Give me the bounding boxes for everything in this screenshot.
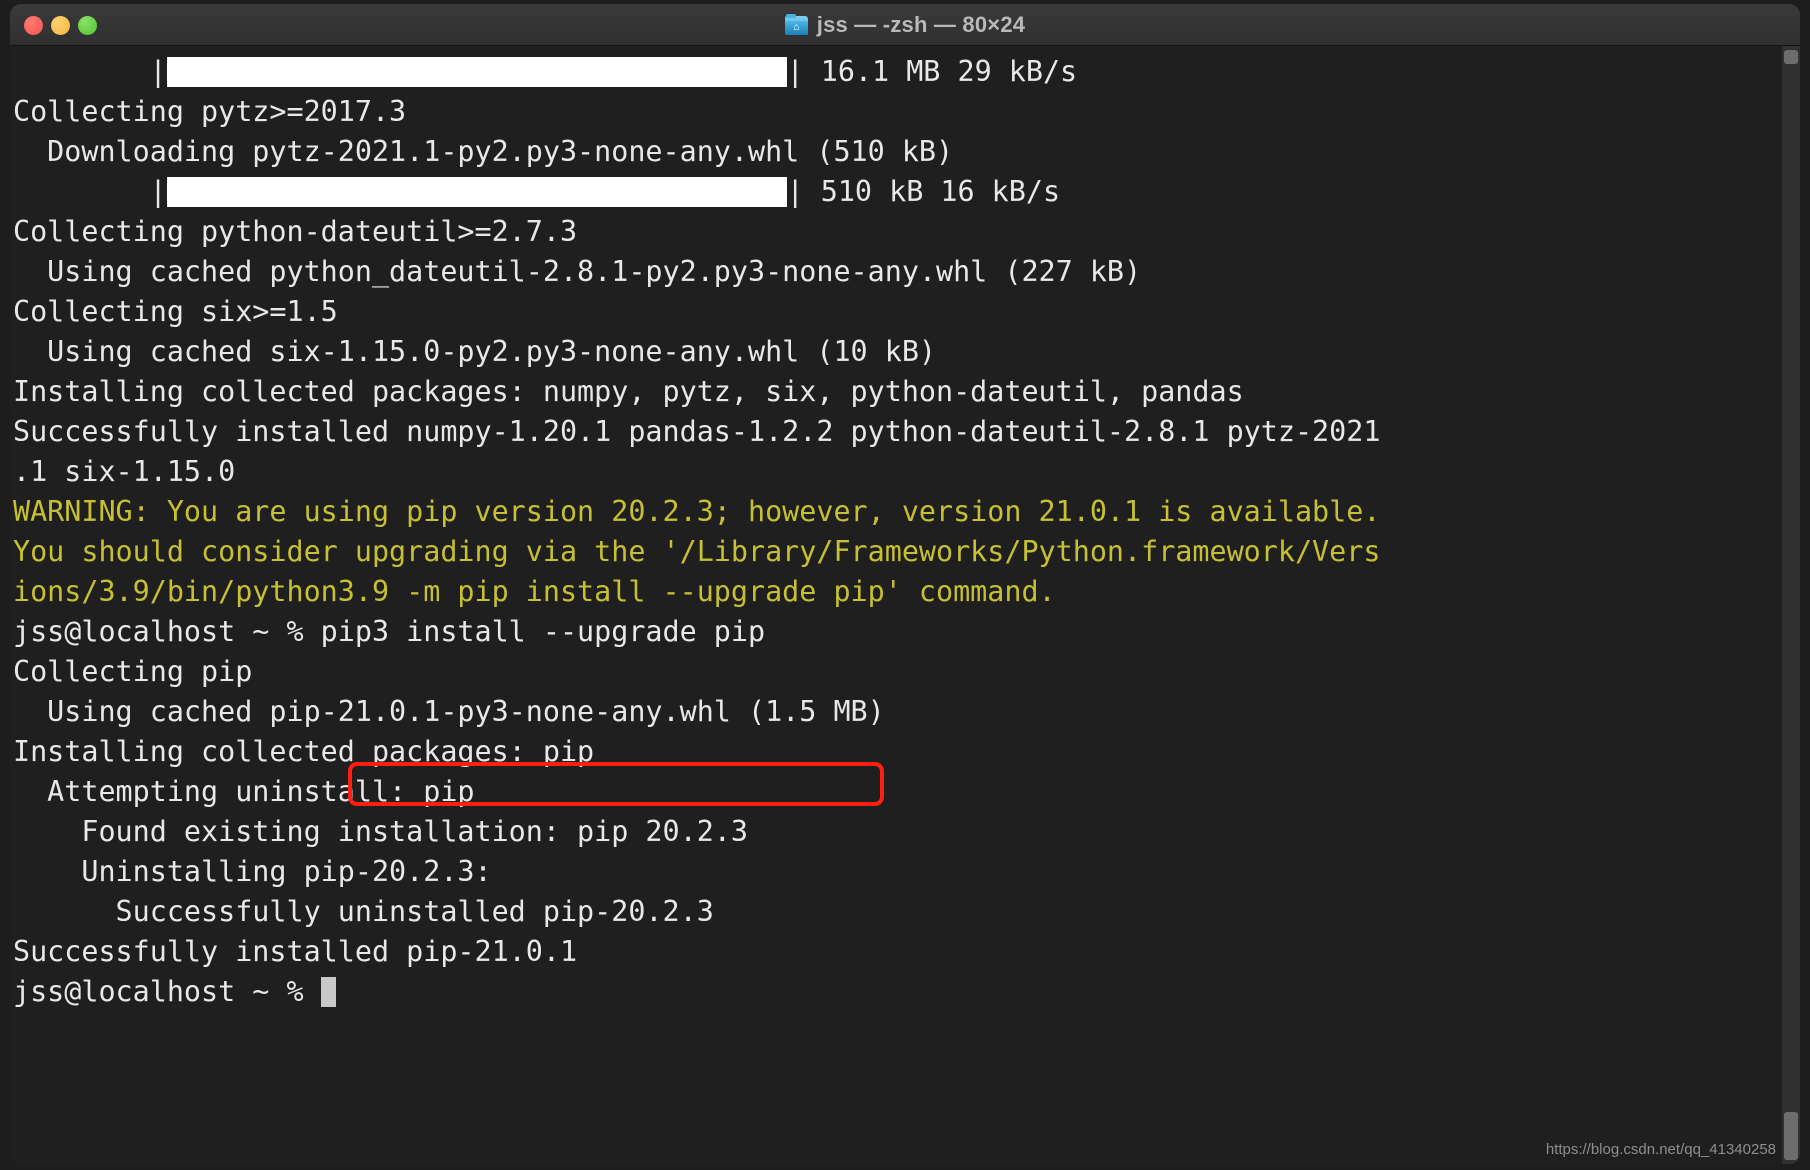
terminal-output-line: Successfully installed numpy-1.20.1 pand… — [13, 415, 1381, 448]
terminal-output-line: .1 six-1.15.0 — [13, 455, 236, 488]
terminal-warning-line: You should consider upgrading via the '/… — [13, 535, 1381, 568]
download-progress-line: | | 510 kB 16 kB/s — [13, 172, 1782, 212]
terminal-output-line: Installing collected packages: numpy, py… — [13, 375, 1244, 408]
progress-bar-left-bracket: | — [149, 55, 167, 88]
terminal-output-line: Installing collected packages: pip — [13, 735, 595, 768]
terminal-warning-line: WARNING: You are using pip version 20.2.… — [13, 495, 1381, 528]
progress-bar-fill — [166, 177, 787, 207]
terminal-output-area[interactable]: | | 16.1 MB 29 kB/s Collecting pytz>=2017.… — [10, 46, 1800, 1164]
scrollbar-thumb-top[interactable] — [1784, 50, 1798, 64]
terminal-output-line: Uninstalling pip-20.2.3: — [13, 855, 492, 888]
progress-indent — [13, 52, 149, 92]
watermark-text: https://blog.csdn.net/qq_41340258 — [1545, 1141, 1776, 1158]
download-progress-line: | | 16.1 MB 29 kB/s — [13, 52, 1782, 92]
terminal-lines: | | 16.1 MB 29 kB/s Collecting pytz>=2017.… — [10, 52, 1782, 1012]
text-cursor — [320, 976, 336, 1007]
terminal-output-line: Using cached python_dateutil-2.8.1-py2.p… — [13, 255, 1142, 288]
folder-home-icon: ⌂ — [784, 13, 808, 35]
terminal-window: ⌂ jss — -zsh — 80×24 | | 16.1 MB 29 kB/s C… — [0, 0, 1810, 1170]
progress-bar-right-bracket: | — [786, 55, 804, 88]
terminal-warning-line: ions/3.9/bin/python3.9 -m pip install --… — [13, 575, 1056, 608]
progress-bar-left-bracket: | — [149, 175, 167, 208]
progress-stat-text: 510 kB 16 kB/s — [803, 175, 1061, 208]
terminal-output-line: Collecting pytz>=2017.3 — [13, 95, 407, 128]
terminal-output-line: Collecting pip — [13, 655, 253, 688]
terminal-output-line: Attempting uninstall: pip — [13, 775, 475, 808]
terminal-prompt-line[interactable]: jss@localhost ~ % — [13, 972, 1782, 1012]
progress-bar-right-bracket: | — [786, 175, 804, 208]
terminal-output-line: Successfully uninstalled pip-20.2.3 — [13, 895, 714, 928]
window-title-group: ⌂ jss — -zsh — 80×24 — [10, 4, 1800, 46]
terminal-output-line: Using cached six-1.15.0-py2.py3-none-any… — [13, 335, 937, 368]
scrollbar-thumb[interactable] — [1784, 1112, 1798, 1160]
progress-stat-text: 16.1 MB 29 kB/s — [803, 55, 1078, 88]
terminal-output-line: Using cached pip-21.0.1-py3-none-any.whl… — [13, 695, 885, 728]
terminal-output-line: Collecting python-dateutil>=2.7.3 — [13, 215, 578, 248]
terminal-output-line: Found existing installation: pip 20.2.3 — [13, 815, 748, 848]
progress-bar-fill — [166, 57, 787, 87]
vertical-scrollbar[interactable] — [1782, 46, 1800, 1164]
progress-indent — [13, 172, 149, 212]
terminal-output-line: Successfully installed pip-21.0.1 — [13, 935, 578, 968]
window-title: jss — -zsh — 80×24 — [816, 12, 1026, 37]
terminal-output-line: Downloading pytz-2021.1-py2.py3-none-any… — [13, 135, 954, 168]
terminal-output-line: Collecting six>=1.5 — [13, 295, 338, 328]
terminal-output-line: jss@localhost ~ % pip3 install --upgrade… — [13, 615, 766, 648]
window-titlebar[interactable]: ⌂ jss — -zsh — 80×24 — [10, 4, 1800, 46]
